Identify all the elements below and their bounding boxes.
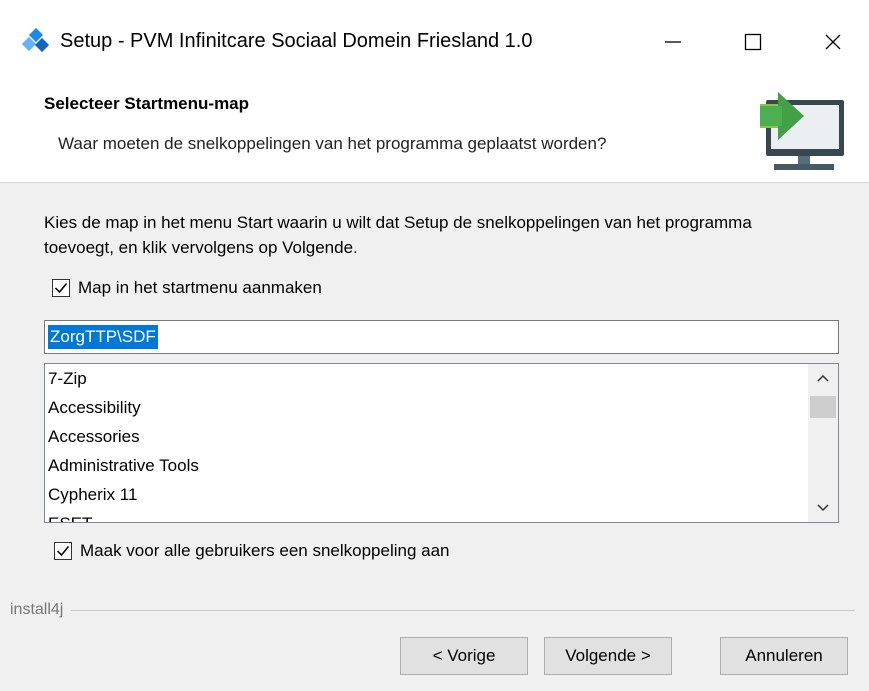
list-item[interactable]: Accessories bbox=[45, 422, 807, 451]
checkmark-icon bbox=[56, 546, 70, 557]
divider bbox=[71, 609, 855, 611]
window-title: Setup - PVM Infinitcare Sociaal Domein F… bbox=[60, 30, 533, 52]
chevron-up-icon bbox=[817, 374, 829, 382]
scroll-down-button[interactable] bbox=[808, 494, 838, 522]
instruction-text: Kies de map in het menu Start waarin u w… bbox=[44, 213, 752, 257]
maximize-button[interactable] bbox=[728, 22, 778, 62]
chevron-down-icon bbox=[817, 504, 829, 512]
page-subtitle: Waar moeten de snelkoppelingen van het p… bbox=[58, 134, 607, 153]
all-users-label: Maak voor alle gebruikers een snelkoppel… bbox=[80, 541, 450, 560]
close-icon bbox=[825, 34, 841, 50]
close-button[interactable] bbox=[808, 22, 858, 62]
scroll-thumb[interactable] bbox=[810, 396, 836, 418]
all-users-checkbox[interactable]: Maak voor alle gebruikers een snelkoppel… bbox=[54, 541, 450, 561]
computer-install-arrow-icon bbox=[760, 92, 844, 170]
checkbox-box[interactable] bbox=[54, 542, 72, 560]
create-folder-label: Map in het startmenu aanmaken bbox=[78, 278, 322, 297]
list-item[interactable]: 7-Zip bbox=[45, 364, 807, 393]
minimize-button[interactable] bbox=[648, 22, 698, 62]
page-title: Selecteer Startmenu-map bbox=[44, 94, 250, 113]
list-item[interactable]: Administrative Tools bbox=[45, 451, 807, 480]
folder-name-input[interactable]: ZorgTTP\SDF bbox=[44, 320, 839, 354]
folder-list[interactable]: 7-Zip Accessibility Accessories Administ… bbox=[44, 363, 839, 523]
scroll-up-button[interactable] bbox=[808, 364, 838, 392]
cancel-button[interactable]: Annuleren bbox=[720, 637, 848, 675]
installer-icon bbox=[22, 28, 50, 53]
wizard-header: Selecteer Startmenu-map Waar moeten de s… bbox=[0, 82, 869, 183]
checkbox-box[interactable] bbox=[52, 279, 70, 297]
maximize-icon bbox=[744, 33, 762, 51]
back-button[interactable]: < Vorige bbox=[400, 637, 528, 675]
list-scrollbar[interactable] bbox=[808, 364, 838, 522]
next-button[interactable]: Volgende > bbox=[544, 637, 672, 675]
minimize-icon bbox=[665, 41, 681, 43]
brand-label: install4j bbox=[10, 601, 64, 618]
create-folder-checkbox[interactable]: Map in het startmenu aanmaken bbox=[52, 278, 322, 298]
title-bar: Setup - PVM Infinitcare Sociaal Domein F… bbox=[0, 0, 869, 82]
list-item[interactable]: Cypherix 11 bbox=[45, 480, 807, 509]
checkmark-icon bbox=[54, 283, 68, 294]
folder-name-value: ZorgTTP\SDF bbox=[48, 325, 158, 349]
list-item[interactable]: Accessibility bbox=[45, 393, 807, 422]
brand-separator: install4j bbox=[10, 600, 855, 620]
list-item[interactable]: ESET bbox=[45, 509, 807, 522]
